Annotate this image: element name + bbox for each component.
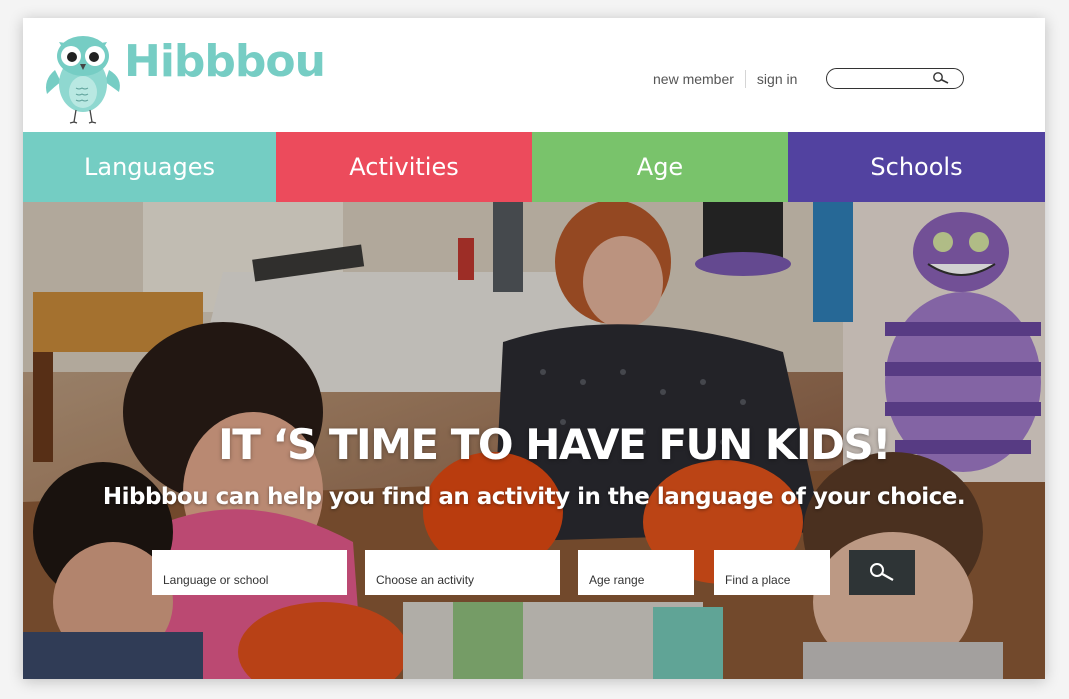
owl-icon[interactable] <box>43 32 123 124</box>
hero-title: IT ‘S TIME TO HAVE FUN KIDS! <box>218 420 891 469</box>
field-label: Age range <box>589 573 645 587</box>
account-links: new member sign in <box>653 70 797 88</box>
brand-logo-text[interactable]: Hibbbou <box>124 36 326 87</box>
language-or-school-field[interactable]: Language or school <box>152 550 347 595</box>
field-label: Find a place <box>725 573 791 587</box>
hero-subtitle: Hibbbou can help you find an activity in… <box>102 484 966 510</box>
hero-banner: IT ‘S TIME TO HAVE FUN KIDS! Hibbbou can… <box>23 202 1045 679</box>
category-languages[interactable]: Languages <box>23 132 276 202</box>
search-button[interactable] <box>849 550 915 595</box>
field-label: Language or school <box>163 573 269 587</box>
new-member-link[interactable]: new member <box>653 71 734 87</box>
age-range-field[interactable]: Age range <box>578 550 694 595</box>
header-search-input[interactable] <box>835 71 931 86</box>
sign-in-link[interactable]: sign in <box>757 71 797 87</box>
category-schools[interactable]: Schools <box>788 132 1045 202</box>
site-header: Hibbbou new member sign in <box>23 18 1045 132</box>
search-icon <box>870 563 894 581</box>
category-nav: Languages Activities Age Schools <box>23 132 1045 202</box>
header-search-box[interactable] <box>826 68 964 89</box>
search-icon[interactable] <box>931 71 951 85</box>
category-activities[interactable]: Activities <box>276 132 532 202</box>
link-divider <box>744 70 746 88</box>
place-field[interactable]: Find a place <box>714 550 830 595</box>
category-age[interactable]: Age <box>532 132 788 202</box>
field-label: Choose an activity <box>376 573 475 587</box>
page-frame: Hibbbou new member sign in Languages Act… <box>23 18 1045 679</box>
activity-field[interactable]: Choose an activity <box>365 550 560 595</box>
